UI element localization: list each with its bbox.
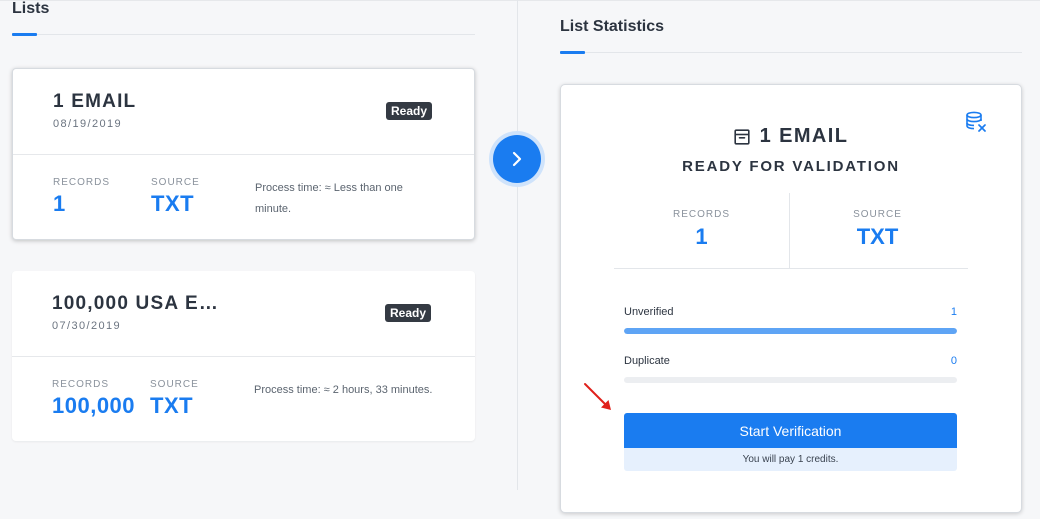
- unverified-row: Unverified 1: [624, 306, 957, 334]
- list-name: 1 EMAIL: [53, 91, 137, 112]
- source-value: TXT: [150, 393, 194, 418]
- pay-note: You will pay 1 credits.: [624, 448, 957, 471]
- list-card-body: RECORDS 1 SOURCE TXT Process time: ≈ Les…: [13, 155, 474, 239]
- stats-title-header: List Statistics: [560, 18, 665, 35]
- duplicate-label: Duplicate: [624, 355, 670, 367]
- list-date: 08/19/2019: [53, 118, 123, 130]
- stats-subtitle: READY FOR VALIDATION: [682, 158, 900, 175]
- unverified-bar: [624, 328, 957, 334]
- lists-title: Lists: [12, 0, 50, 17]
- duplicate-row: Duplicate 0: [624, 355, 957, 383]
- stats-grid: RECORDS 1 SOURCE TXT: [614, 193, 968, 269]
- records-label: RECORDS: [52, 379, 110, 390]
- list-card-header: 1 EMAIL 08/19/2019 Ready: [13, 69, 474, 155]
- unverified-bar-fill: [624, 328, 957, 334]
- unverified-row-head: Unverified 1: [624, 306, 957, 318]
- records-label: RECORDS: [53, 177, 111, 188]
- duplicate-bar: [624, 377, 957, 383]
- process-time: Process time: ≈ Less than one minute.: [255, 182, 403, 215]
- stats-list-name: 1 EMAIL: [759, 125, 849, 147]
- unverified-count: 1: [950, 306, 957, 318]
- next-button[interactable]: [489, 131, 545, 187]
- archive-box-icon: [734, 128, 750, 145]
- stats-records-value: 1: [695, 224, 708, 249]
- page: Lists 1 EMAIL 08/19/2019 Ready RECORDS 1…: [0, 0, 1040, 519]
- status-badge: Ready: [386, 102, 433, 120]
- status-badge: Ready: [385, 304, 432, 322]
- source-label: SOURCE: [151, 177, 200, 188]
- process-time: Process time: ≈ 2 hours, 33 minutes.: [254, 384, 433, 396]
- source-value: TXT: [151, 191, 195, 216]
- stats-list-title: 1 EMAIL: [561, 125, 1021, 148]
- lists-title-underline: [12, 33, 37, 36]
- unverified-label: Unverified: [624, 306, 674, 318]
- list-card[interactable]: 1 EMAIL 08/19/2019 Ready RECORDS 1 SOURC…: [12, 68, 475, 240]
- list-card-body: RECORDS 100,000 SOURCE TXT Process time:…: [12, 357, 475, 441]
- start-verification-button[interactable]: Start Verification: [624, 413, 957, 448]
- column-divider: [517, 0, 518, 490]
- stats-source-value: TXT: [856, 224, 899, 249]
- next-button-inner: [493, 135, 541, 183]
- duplicate-row-head: Duplicate 0: [624, 355, 957, 367]
- duplicate-count: 0: [950, 355, 957, 367]
- chevron-right-icon: [512, 151, 522, 167]
- list-name: 100,000 USA E…: [52, 293, 220, 314]
- stats-records-label: RECORDS: [672, 209, 730, 220]
- list-card-header: 100,000 USA E… 07/30/2019 Ready: [12, 271, 475, 357]
- stats-title-underline: [560, 51, 585, 54]
- top-rule: [0, 0, 1040, 1]
- stats-header-rule: [585, 52, 1022, 53]
- stats-records: RECORDS 1: [614, 193, 789, 250]
- records-value: 1: [53, 191, 66, 216]
- annotation-arrow-icon: [584, 383, 611, 410]
- stats-card: 1 EMAIL READY FOR VALIDATION RECORDS 1 S…: [560, 84, 1022, 513]
- lists-header-rule: [37, 34, 475, 35]
- source-label: SOURCE: [150, 379, 199, 390]
- list-card[interactable]: 100,000 USA E… 07/30/2019 Ready RECORDS …: [12, 271, 475, 441]
- list-date: 07/30/2019: [52, 320, 122, 332]
- records-value: 100,000: [52, 393, 136, 418]
- stats-source-label: SOURCE: [853, 209, 902, 220]
- stats-source: SOURCE TXT: [790, 193, 965, 250]
